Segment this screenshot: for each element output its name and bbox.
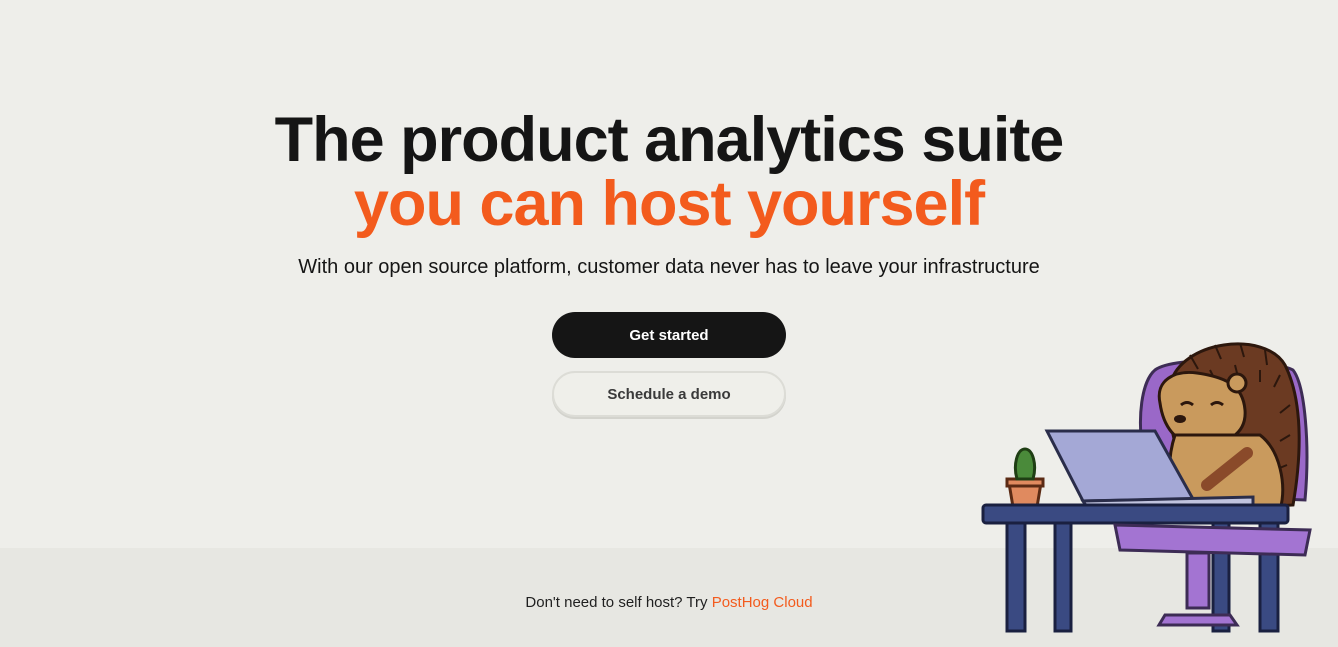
footer-note-prefix: Don't need to self host? Try bbox=[525, 594, 712, 611]
get-started-button[interactable]: Get started bbox=[552, 312, 786, 358]
hedgehog-at-laptop-illustration bbox=[981, 342, 1312, 633]
schedule-demo-button[interactable]: Schedule a demo bbox=[552, 371, 786, 417]
hero-section: The product analytics suite you can host… bbox=[0, 108, 1338, 279]
hero-title-line-2: you can host yourself bbox=[353, 169, 985, 239]
hero-title-line-1: The product analytics suite bbox=[274, 105, 1065, 175]
hero-subtitle: With our open source platform, customer … bbox=[298, 256, 1040, 278]
posthog-cloud-link[interactable]: PostHog Cloud bbox=[712, 594, 813, 611]
